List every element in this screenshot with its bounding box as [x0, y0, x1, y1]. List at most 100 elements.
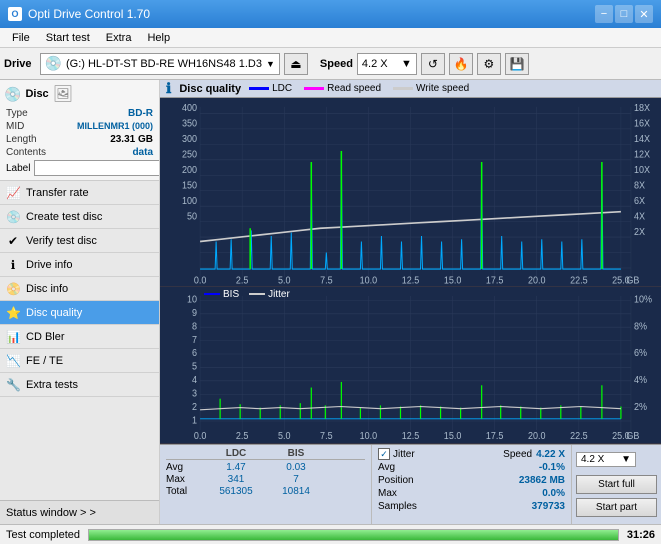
- svg-text:8%: 8%: [634, 321, 648, 333]
- svg-text:50: 50: [187, 211, 197, 223]
- svg-text:10.0: 10.0: [360, 275, 378, 286]
- svg-text:3: 3: [192, 388, 197, 400]
- stats-table: LDC BIS Avg 1.47 0.03 Max 341 7 Total 56…: [160, 445, 371, 524]
- disc-length-row: Length 23.31 GB: [4, 134, 155, 145]
- disc-contents-row: Contents data: [4, 147, 155, 158]
- disc-contents-label: Contents: [6, 147, 46, 158]
- legend-read-speed: Read speed: [304, 83, 381, 94]
- nav-extra-tests[interactable]: 🔧 Extra tests: [0, 373, 159, 397]
- disc-label-input[interactable]: [34, 160, 160, 176]
- start-part-button[interactable]: Start part: [576, 498, 657, 517]
- nav-disc-quality-label: Disc quality: [26, 307, 82, 319]
- disc-contents-value: data: [132, 147, 153, 158]
- svg-text:12.5: 12.5: [402, 430, 420, 442]
- jitter-checkbox[interactable]: ✓ Jitter: [378, 448, 415, 460]
- nav-fe-te-label: FE / TE: [26, 355, 63, 367]
- nav-create-test-disc[interactable]: 💿 Create test disc: [0, 205, 159, 229]
- position-row: Position 23862 MB: [378, 475, 565, 486]
- status-window[interactable]: Status window > >: [0, 500, 159, 524]
- max-ldc: 341: [206, 474, 266, 485]
- svg-text:250: 250: [182, 149, 197, 161]
- speed-dropdown-arrow: ▼: [401, 58, 412, 70]
- menu-help[interactable]: Help: [139, 28, 178, 47]
- jitter-checkbox-box[interactable]: ✓: [378, 448, 390, 460]
- fe-te-icon: 📉: [6, 354, 20, 368]
- nav-cd-bler-label: CD Bler: [26, 331, 65, 343]
- svg-text:150: 150: [182, 180, 197, 192]
- bis-col-header: BIS: [266, 448, 326, 459]
- position-label: Position: [378, 475, 414, 486]
- max-jitter-value: 0.0%: [542, 488, 565, 499]
- progress-bar-fill: [89, 530, 618, 540]
- nav-verify-test-disc[interactable]: ✔ Verify test disc: [0, 229, 159, 253]
- top-chart: 400 350 300 250 200 150 100 50 18X 16X 1…: [160, 98, 661, 287]
- burn-button[interactable]: 🔥: [449, 53, 473, 75]
- nav-drive-info[interactable]: ℹ Drive info: [0, 253, 159, 277]
- save-button[interactable]: 💾: [505, 53, 529, 75]
- disc-length-value: 23.31 GB: [110, 134, 153, 145]
- settings-button[interactable]: ⚙: [477, 53, 501, 75]
- menu-extra[interactable]: Extra: [98, 28, 140, 47]
- svg-text:7.5: 7.5: [320, 275, 333, 286]
- nav-transfer-rate[interactable]: 📈 Transfer rate: [0, 181, 159, 205]
- svg-text:GB: GB: [626, 430, 639, 442]
- max-jitter-row: Max 0.0%: [378, 488, 565, 499]
- read-speed-label: Read speed: [327, 83, 381, 94]
- statusbar-time: 31:26: [627, 529, 655, 541]
- stats-row: LDC BIS Avg 1.47 0.03 Max 341 7 Total 56…: [160, 444, 661, 524]
- disc-quality-icon: ⭐: [6, 306, 20, 320]
- chart-title: Disc quality: [179, 83, 241, 95]
- minimize-button[interactable]: −: [595, 5, 613, 23]
- svg-text:2: 2: [192, 401, 197, 413]
- max-row: Max 341 7: [166, 474, 365, 485]
- top-chart-svg: 400 350 300 250 200 150 100 50 18X 16X 1…: [160, 98, 661, 286]
- svg-text:6: 6: [192, 347, 197, 359]
- nav-disc-info[interactable]: 📀 Disc info: [0, 277, 159, 301]
- svg-text:400: 400: [182, 103, 197, 115]
- sidebar-nav: 📈 Transfer rate 💿 Create test disc ✔ Ver…: [0, 181, 159, 500]
- total-row: Total 561305 10814: [166, 486, 365, 497]
- start-full-button[interactable]: Start full: [576, 475, 657, 494]
- max-bis: 7: [266, 474, 326, 485]
- svg-text:5.0: 5.0: [278, 430, 291, 442]
- transfer-rate-icon: 📈: [6, 186, 20, 200]
- svg-text:18X: 18X: [634, 103, 651, 115]
- svg-text:7.5: 7.5: [320, 430, 333, 442]
- svg-text:20.0: 20.0: [528, 275, 546, 286]
- nav-create-test-disc-label: Create test disc: [26, 211, 102, 223]
- svg-text:GB: GB: [626, 275, 639, 286]
- svg-text:10: 10: [187, 294, 197, 306]
- drive-select[interactable]: 💿 (G:) HL-DT-ST BD-RE WH16NS48 1.D3 ▼: [40, 53, 280, 75]
- titlebar-left: O Opti Drive Control 1.70: [8, 7, 150, 21]
- close-button[interactable]: ✕: [635, 5, 653, 23]
- svg-text:8X: 8X: [634, 180, 646, 192]
- stats-right: ✓ Jitter Speed 4.22 X Avg -0.1% Position…: [371, 445, 571, 524]
- eject-button[interactable]: ⏏: [284, 53, 308, 75]
- nav-fe-te[interactable]: 📉 FE / TE: [0, 349, 159, 373]
- read-speed-color-swatch: [304, 87, 324, 90]
- svg-text:10%: 10%: [634, 294, 653, 306]
- avg-bis: 0.03: [266, 462, 326, 473]
- avg-ldc: 1.47: [206, 462, 266, 473]
- menu-file[interactable]: File: [4, 28, 38, 47]
- svg-text:20.0: 20.0: [528, 430, 546, 442]
- disc-header: 💿 Disc 🖼: [4, 84, 155, 104]
- nav-cd-bler[interactable]: 📊 CD Bler: [0, 325, 159, 349]
- charts-container: 400 350 300 250 200 150 100 50 18X 16X 1…: [160, 98, 661, 444]
- drive-label: Drive: [4, 58, 32, 70]
- speed-select[interactable]: 4.2 X ▼: [357, 53, 417, 75]
- chart-header: ℹ Disc quality LDC Read speed Write spee…: [160, 80, 661, 98]
- stats-headers: LDC BIS: [166, 448, 365, 460]
- nav-disc-quality[interactable]: ⭐ Disc quality: [0, 301, 159, 325]
- drive-icon: 💿: [45, 55, 62, 72]
- refresh-button[interactable]: ↺: [421, 53, 445, 75]
- avg-row: Avg 1.47 0.03: [166, 462, 365, 473]
- svg-text:8: 8: [192, 321, 197, 333]
- legend-ldc: LDC: [249, 83, 292, 94]
- speed-dropdown[interactable]: 4.2 X ▼: [576, 452, 636, 467]
- samples-row: Samples 379733: [378, 501, 565, 512]
- statusbar-text: Test completed: [6, 529, 80, 541]
- nav-disc-info-label: Disc info: [26, 283, 68, 295]
- menu-start-test[interactable]: Start test: [38, 28, 98, 47]
- maximize-button[interactable]: □: [615, 5, 633, 23]
